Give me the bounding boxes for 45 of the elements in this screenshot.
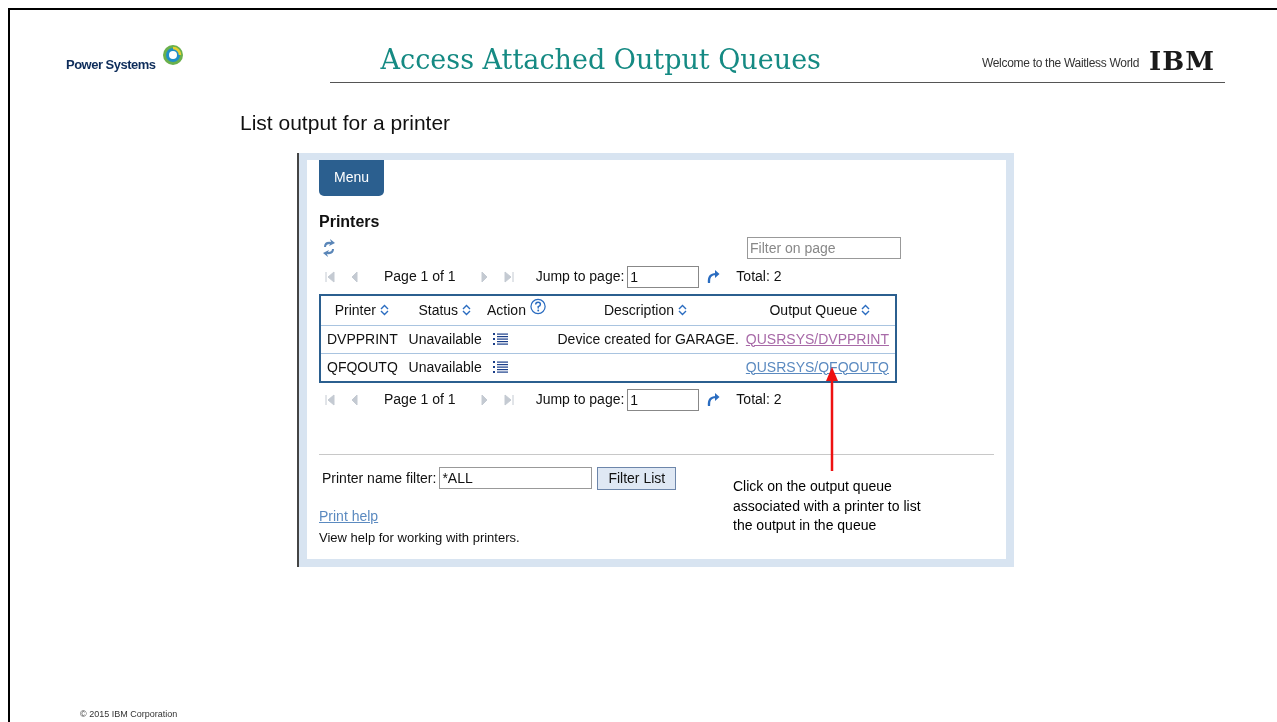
jump-field[interactable]: 1 <box>627 388 700 411</box>
table-cell: Device created for GARAGE. <box>557 330 739 347</box>
help-description: View help for working with printers. <box>319 529 520 545</box>
page-indicator: Page 1 of 1 <box>384 390 456 409</box>
column-header[interactable]: Description <box>603 299 674 321</box>
refresh-icon[interactable] <box>707 392 721 407</box>
name-filter-label: Printer name filter: <box>322 468 437 488</box>
list-icon[interactable] <box>493 333 509 345</box>
jump-label: Jump to page: <box>535 390 625 409</box>
table-cell: Unavailable <box>408 358 482 375</box>
copyright: © 2015 IBM Corporation <box>80 709 178 719</box>
column-header[interactable]: Printer <box>334 299 376 321</box>
company-logo: IBM <box>1149 48 1215 74</box>
column-header[interactable]: Status <box>418 299 459 321</box>
subtitle: List output for a printer <box>240 111 451 134</box>
table-cell: DVPPRINT <box>327 330 398 347</box>
menu-button[interactable]: Menu <box>319 159 384 196</box>
print-help-link[interactable]: Print help <box>319 507 379 524</box>
output-queue-link[interactable]: QUSRSYS/QFQOUTQ <box>745 358 889 375</box>
filter-list-button[interactable]: Filter List <box>597 466 677 490</box>
jump-label: Jump to page: <box>535 267 625 286</box>
column-header[interactable]: Action <box>487 299 526 321</box>
name-filter-field[interactable]: *ALL <box>439 467 593 489</box>
list-icon[interactable] <box>493 361 509 373</box>
sort-icon[interactable] <box>379 304 389 316</box>
tagline: Welcome to the Waitless World <box>981 55 1140 72</box>
total-count: Total: 2 <box>736 390 782 409</box>
brand-name: Power Systems <box>66 55 156 74</box>
table-cell: Unavailable <box>408 330 482 347</box>
help-icon[interactable] <box>529 297 547 315</box>
total-count: Total: 2 <box>736 267 782 286</box>
filter-field[interactable]: Filter on page <box>747 236 901 259</box>
sort-icon[interactable] <box>677 304 687 316</box>
sort-icon[interactable] <box>861 304 871 316</box>
sort-icon[interactable] <box>462 304 472 316</box>
callout-text: Click on the output queue associated with a printer to list the output in the queue <box>733 477 922 535</box>
refresh-arrows-icon[interactable] <box>321 238 337 257</box>
jump-field[interactable]: 1 <box>627 265 700 288</box>
output-queue-link[interactable]: QUSRSYS/DVPPRINT <box>745 330 889 347</box>
section-heading: Printers <box>319 212 380 230</box>
column-header[interactable]: Output Queue <box>769 299 858 321</box>
slide-title: Access Attached Output Queues <box>380 42 821 77</box>
table-cell: QFQOUTQ <box>327 358 398 375</box>
page-indicator: Page 1 of 1 <box>384 267 456 286</box>
refresh-icon[interactable] <box>707 269 721 284</box>
